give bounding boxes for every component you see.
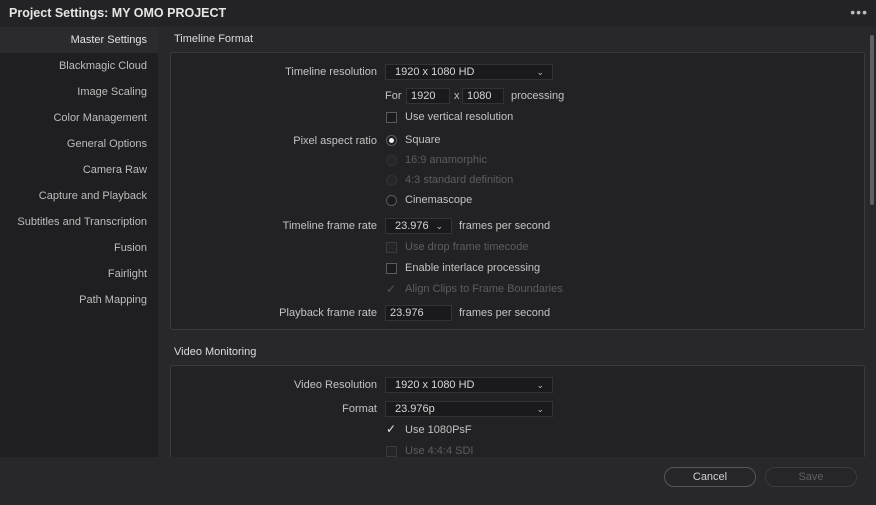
pixel-aspect-anamorphic-label: 16:9 anamorphic [405, 154, 487, 166]
pixel-aspect-anamorphic-radio [386, 155, 397, 166]
align-clips-label: Align Clips to Frame Boundaries [405, 283, 563, 295]
video-monitoring-heading: Video Monitoring [174, 346, 257, 358]
timeline-frame-rate-value: 23.976 [395, 220, 429, 232]
format-value: 23.976p [395, 403, 435, 415]
resolution-height-field[interactable] [462, 88, 504, 104]
chevron-down-icon: ⌄ [435, 221, 443, 231]
interlace-processing-checkbox[interactable] [386, 263, 397, 274]
save-button[interactable]: Save [765, 467, 857, 487]
interlace-processing-label: Enable interlace processing [405, 262, 541, 274]
resolution-width-field[interactable] [406, 88, 450, 104]
timeline-format-heading: Timeline Format [174, 33, 254, 45]
vertical-scrollbar[interactable] [867, 27, 876, 457]
drop-frame-timecode-label: Use drop frame timecode [405, 241, 529, 253]
sidebar-item-image-scaling[interactable]: Image Scaling [0, 79, 158, 105]
sidebar-item-master-settings[interactable]: Master Settings [0, 27, 158, 53]
video-resolution-dropdown[interactable]: 1920 x 1080 HD ⌄ [385, 377, 553, 393]
use-444-sdi-label: Use 4:4:4 SDI [405, 445, 474, 457]
settings-content: Timeline Format Timeline resolution 1920… [158, 27, 876, 457]
for-label: For [385, 90, 402, 102]
pixel-aspect-square-radio[interactable] [386, 135, 397, 146]
pixel-aspect-cinemascope-radio[interactable] [386, 195, 397, 206]
playback-frame-rate-label: Playback frame rate [279, 307, 377, 319]
timeline-frame-rate-label: Timeline frame rate [282, 220, 377, 232]
video-monitoring-panel: Video Resolution 1920 x 1080 HD ⌄ Format… [170, 365, 865, 457]
pixel-aspect-cinemascope-label: Cinemascope [405, 194, 473, 206]
sidebar-item-fairlight[interactable]: Fairlight [0, 261, 158, 287]
use-1080psf-checkbox[interactable]: ✓ [386, 423, 396, 435]
use-1080psf-label: Use 1080PsF [405, 424, 472, 436]
align-clips-check-icon: ✓ [386, 282, 397, 296]
pixel-aspect-4-3-label: 4:3 standard definition [405, 174, 514, 186]
video-resolution-value: 1920 x 1080 HD [395, 379, 475, 391]
pixel-aspect-4-3-radio [386, 175, 397, 186]
video-resolution-label: Video Resolution [294, 379, 377, 391]
dialog-footer: Cancel Save [0, 457, 876, 505]
format-label: Format [342, 403, 377, 415]
drop-frame-timecode-checkbox [386, 242, 397, 253]
timeline-resolution-value: 1920 x 1080 HD [395, 66, 475, 78]
use-vertical-resolution-checkbox[interactable] [386, 112, 397, 123]
pixel-aspect-ratio-label: Pixel aspect ratio [293, 135, 377, 147]
times-label: x [454, 90, 460, 102]
timeline-frame-rate-dropdown[interactable]: 23.976 ⌄ [385, 218, 452, 234]
timeline-resolution-dropdown[interactable]: 1920 x 1080 HD ⌄ [385, 64, 553, 80]
settings-sidebar: Master Settings Blackmagic Cloud Image S… [0, 27, 158, 505]
cancel-button[interactable]: Cancel [664, 467, 756, 487]
timeline-format-panel: Timeline resolution 1920 x 1080 HD ⌄ For… [170, 52, 865, 330]
format-dropdown[interactable]: 23.976p ⌄ [385, 401, 553, 417]
window-title: Project Settings: MY OMO PROJECT [9, 6, 227, 20]
chevron-down-icon: ⌄ [536, 380, 544, 390]
chevron-down-icon: ⌄ [536, 67, 544, 77]
use-444-sdi-checkbox [386, 446, 397, 457]
use-vertical-resolution-label: Use vertical resolution [405, 111, 514, 123]
sidebar-item-color-management[interactable]: Color Management [0, 105, 158, 131]
playback-frames-per-second-label: frames per second [459, 307, 551, 319]
chevron-down-icon: ⌄ [536, 404, 544, 414]
sidebar-item-fusion[interactable]: Fusion [0, 235, 158, 261]
sidebar-item-camera-raw[interactable]: Camera Raw [0, 157, 158, 183]
processing-label: processing [511, 90, 565, 102]
sidebar-item-blackmagic-cloud[interactable]: Blackmagic Cloud [0, 53, 158, 79]
frames-per-second-label: frames per second [459, 220, 551, 232]
timeline-resolution-label: Timeline resolution [285, 66, 377, 78]
playback-frame-rate-field[interactable] [385, 305, 452, 321]
sidebar-item-general-options[interactable]: General Options [0, 131, 158, 157]
title-bar: Project Settings: MY OMO PROJECT ••• [0, 0, 876, 28]
sidebar-item-capture-and-playback[interactable]: Capture and Playback [0, 183, 158, 209]
more-dots-icon[interactable]: ••• [850, 4, 868, 20]
scrollbar-thumb[interactable] [870, 35, 874, 205]
sidebar-item-path-mapping[interactable]: Path Mapping [0, 287, 158, 313]
pixel-aspect-square-label: Square [405, 134, 441, 146]
sidebar-item-subtitles-and-transcription[interactable]: Subtitles and Transcription [0, 209, 158, 235]
